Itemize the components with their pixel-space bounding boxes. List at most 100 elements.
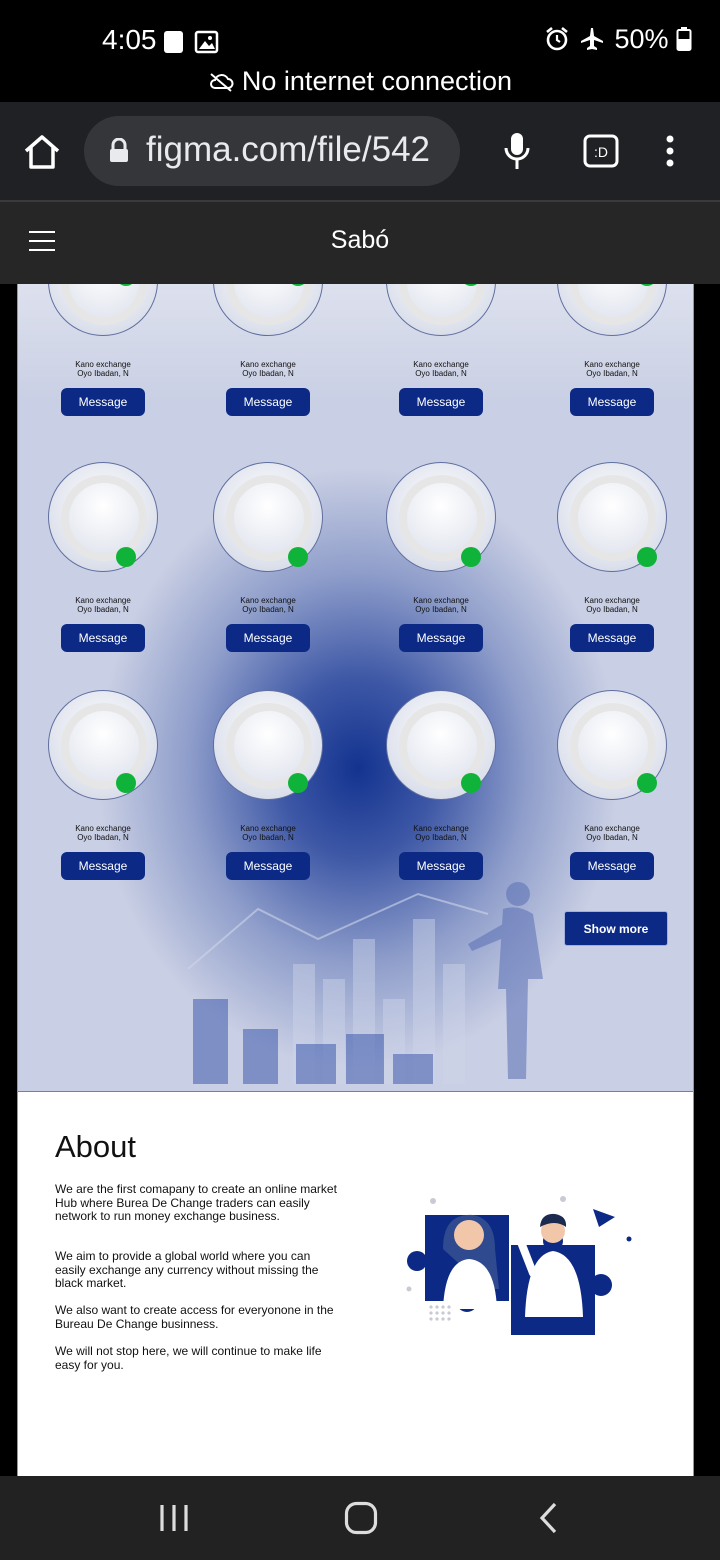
exchanger-location: Oyo Ibadan, N <box>415 605 467 614</box>
recent-apps-icon[interactable] <box>158 1503 190 1538</box>
about-paragraph: We will not stop here, we will continue … <box>55 1344 322 1372</box>
online-status-dot <box>637 547 657 567</box>
svg-text::D: :D <box>594 144 608 160</box>
exchanger-card: Kano exchange Oyo Ibadan, N Message <box>208 688 328 918</box>
message-button[interactable]: Message <box>226 852 310 880</box>
lock-icon <box>108 137 130 169</box>
exchanger-location: Oyo Ibadan, N <box>586 833 638 842</box>
tab-switcher-icon[interactable]: :D <box>583 134 619 173</box>
exchanger-card: Kano exchange Oyo Ibadan, N Message <box>381 284 501 454</box>
exchanger-card: Kano exchange Oyo Ibadan, N Message <box>43 284 163 454</box>
back-icon[interactable] <box>538 1502 560 1539</box>
exchanger-name: Kano exchange <box>75 360 131 369</box>
message-button[interactable]: Message <box>399 388 483 416</box>
notification-icons <box>162 30 222 59</box>
site-title: Sabó <box>330 226 390 254</box>
exchanger-name: Kano exchange <box>75 824 131 833</box>
message-button[interactable]: Message <box>570 852 654 880</box>
message-button[interactable]: Message <box>61 624 145 652</box>
online-status-dot <box>116 547 136 567</box>
avatar[interactable] <box>213 284 323 336</box>
avatar[interactable] <box>48 690 158 800</box>
exchanger-card: Kano exchange Oyo Ibadan, N Message <box>381 688 501 918</box>
exchanger-name: Kano exchange <box>413 360 469 369</box>
exchanger-card: Kano exchange Oyo Ibadan, N Message <box>381 460 501 690</box>
exchanger-name: Kano exchange <box>584 824 640 833</box>
message-button[interactable]: Message <box>399 624 483 652</box>
avatar[interactable] <box>48 462 158 572</box>
status-right: 50% <box>545 24 692 55</box>
exchanger-name: Kano exchange <box>75 596 131 605</box>
exchanger-name: Kano exchange <box>240 596 296 605</box>
message-button[interactable]: Message <box>61 388 145 416</box>
alarm-icon <box>546 26 568 51</box>
exchanger-name: Kano exchange <box>413 596 469 605</box>
more-options-icon[interactable] <box>663 134 677 173</box>
avatar[interactable] <box>386 284 496 336</box>
exchanger-location: Oyo Ibadan, N <box>77 605 129 614</box>
message-button[interactable]: Message <box>399 852 483 880</box>
exchanger-location: Oyo Ibadan, N <box>77 369 129 378</box>
exchanger-name: Kano exchange <box>240 824 296 833</box>
gallery-notification-icon <box>194 30 219 54</box>
microphone-icon[interactable] <box>503 131 531 176</box>
exchanger-card: Kano exchange Oyo Ibadan, N Message <box>43 688 163 918</box>
online-status-dot <box>637 773 657 793</box>
message-button[interactable]: Message <box>570 624 654 652</box>
exchanger-card: Kano exchange Oyo Ibadan, N Message <box>208 460 328 690</box>
status-time: 4:05 <box>102 24 157 55</box>
url-text[interactable]: figma.com/file/542 <box>146 130 456 170</box>
exchanger-name: Kano exchange <box>413 824 469 833</box>
exchanger-location: Oyo Ibadan, N <box>415 369 467 378</box>
exchanger-name: Kano exchange <box>584 360 640 369</box>
doc-notification-icon <box>164 31 183 53</box>
airplane-icon <box>580 28 603 50</box>
message-button[interactable]: Message <box>226 624 310 652</box>
exchanger-location: Oyo Ibadan, N <box>242 605 294 614</box>
online-status-dot <box>461 547 481 567</box>
online-status-dot <box>116 773 136 793</box>
about-paragraph: We aim to provide a global world where y… <box>55 1249 319 1290</box>
online-status-dot <box>461 773 481 793</box>
show-more-button[interactable]: Show more <box>564 911 668 946</box>
exchanger-location: Oyo Ibadan, N <box>77 833 129 842</box>
exchanger-location: Oyo Ibadan, N <box>415 833 467 842</box>
no-internet-text: No internet connection <box>241 66 513 96</box>
about-title: About <box>55 1129 137 1164</box>
exchanger-card: Kano exchange Oyo Ibadan, N Message <box>43 460 163 690</box>
cloud-off-icon <box>209 73 234 92</box>
avatar-ring <box>61 284 147 325</box>
avatar-ring <box>570 284 656 325</box>
message-button[interactable]: Message <box>61 852 145 880</box>
home-button-icon[interactable] <box>344 1501 378 1540</box>
exchangers-section: Kano exchange Oyo Ibadan, N Message Kano ex… <box>18 284 693 1092</box>
online-status-dot <box>288 773 308 793</box>
page-content[interactable]: Kano exchange Oyo Ibadan, N Message Kano ex… <box>17 284 694 1476</box>
avatar[interactable] <box>557 284 667 336</box>
exchanger-location: Oyo Ibadan, N <box>586 605 638 614</box>
battery-percent: 50% <box>614 24 669 54</box>
message-button[interactable]: Message <box>570 388 654 416</box>
exchanger-name: Kano exchange <box>584 596 640 605</box>
exchanger-card: Kano exchange Oyo Ibadan, N Message <box>552 284 672 454</box>
no-internet-banner: No internet connection <box>0 66 720 97</box>
exchanger-card: Kano exchange Oyo Ibadan, N Message <box>208 284 328 454</box>
exchanger-location: Oyo Ibadan, N <box>242 833 294 842</box>
home-icon[interactable] <box>22 133 62 176</box>
exchanger-card: Kano exchange Oyo Ibadan, N Message <box>552 688 672 918</box>
avatar-ring <box>61 703 147 789</box>
exchanger-location: Oyo Ibadan, N <box>242 369 294 378</box>
about-paragraph: We are the first comapany to create an o… <box>55 1182 337 1223</box>
about-paragraph: We also want to create access for everyo… <box>55 1303 334 1331</box>
exchanger-name: Kano exchange <box>240 360 296 369</box>
avatar[interactable] <box>48 284 158 336</box>
battery-icon <box>676 27 692 51</box>
online-status-dot <box>288 547 308 567</box>
message-button[interactable]: Message <box>226 388 310 416</box>
avatar-ring <box>226 284 312 325</box>
avatar-ring <box>61 475 147 561</box>
team-illustration <box>406 1196 632 1335</box>
avatar-ring <box>399 284 485 325</box>
exchanger-location: Oyo Ibadan, N <box>586 369 638 378</box>
exchanger-card: Kano exchange Oyo Ibadan, N Message <box>552 460 672 690</box>
